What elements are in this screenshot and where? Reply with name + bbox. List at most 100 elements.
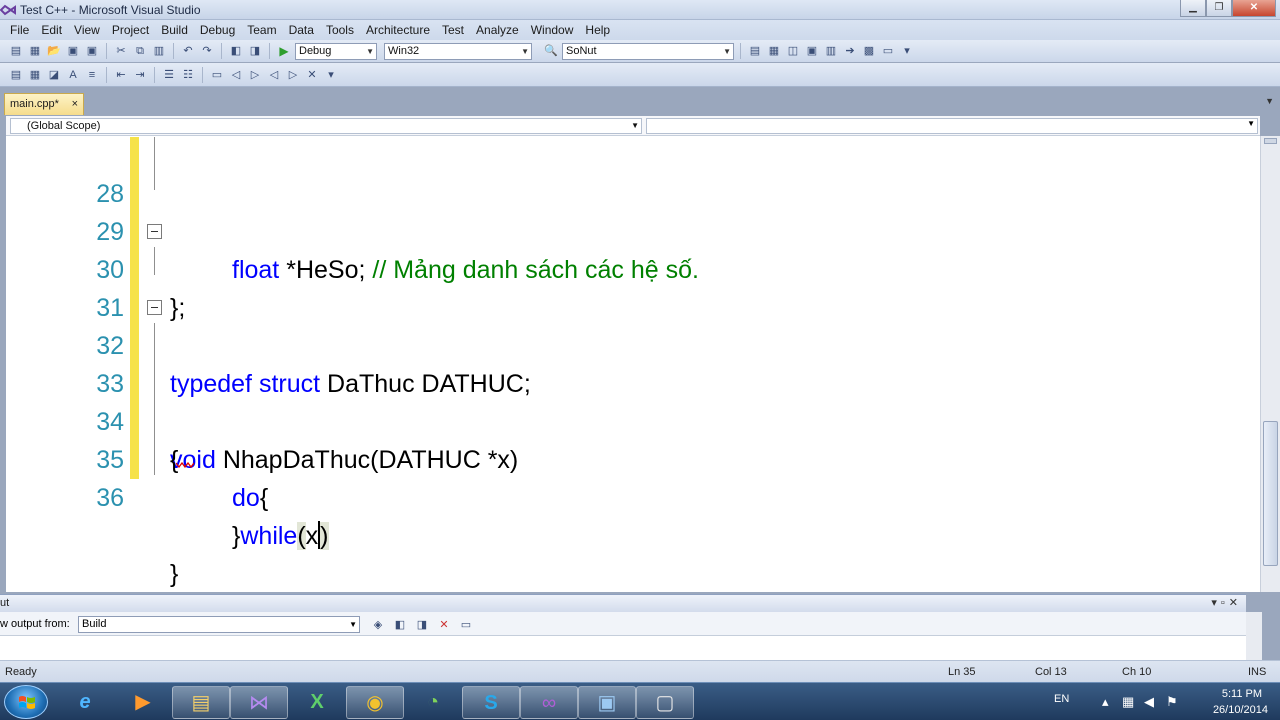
increase-indent-icon[interactable]: ⇥ xyxy=(132,67,148,83)
menu-help[interactable]: Help xyxy=(579,23,616,37)
undo-icon[interactable]: ↶ xyxy=(180,43,196,59)
action-center-icon[interactable]: ⚑ xyxy=(1166,694,1178,710)
start-page-icon[interactable]: ➔ xyxy=(842,43,858,59)
clock-date[interactable]: 26/10/2014 xyxy=(1213,704,1268,716)
code-editor[interactable]: 28 float *HeSo; // Mảng danh sách các hệ… xyxy=(6,137,1260,592)
cut-icon[interactable]: ✂ xyxy=(113,43,129,59)
menu-edit[interactable]: Edit xyxy=(35,23,68,37)
class-view-icon[interactable]: ▥ xyxy=(823,43,839,59)
menu-build[interactable]: Build xyxy=(155,23,194,37)
tab-list-dropdown-icon[interactable]: ▼ xyxy=(1265,96,1274,106)
infinity-app-icon[interactable]: ∞ xyxy=(520,686,578,719)
editor-vertical-scrollbar[interactable] xyxy=(1260,136,1280,592)
menu-data[interactable]: Data xyxy=(283,23,320,37)
open-file-icon[interactable]: 📂 xyxy=(46,43,62,59)
file-explorer-icon[interactable]: ▤ xyxy=(172,686,230,719)
language-indicator[interactable]: EN xyxy=(1054,693,1069,705)
menu-team[interactable]: Team xyxy=(241,23,282,37)
menu-debug[interactable]: Debug xyxy=(194,23,241,37)
parameter-info-icon[interactable]: ▦ xyxy=(27,67,43,83)
remote-desktop-icon[interactable]: ▣ xyxy=(578,686,636,719)
close-tab-icon[interactable]: × xyxy=(72,94,78,114)
menu-tools[interactable]: Tools xyxy=(320,23,360,37)
clear-bookmarks-icon[interactable]: ✕ xyxy=(304,67,320,83)
next-bookmark-icon[interactable]: ▷ xyxy=(247,67,263,83)
uncomment-icon[interactable]: ☷ xyxy=(180,67,196,83)
tab-main-cpp[interactable]: main.cpp* × xyxy=(4,93,84,115)
internet-explorer-icon[interactable]: e xyxy=(56,686,114,719)
complete-word-icon[interactable]: A xyxy=(65,67,81,83)
output-source-select[interactable]: Build ▼ xyxy=(78,616,360,633)
excel-icon[interactable]: X xyxy=(288,686,346,719)
output-window-controls[interactable]: ▾▫✕ xyxy=(1211,596,1242,609)
redo-icon[interactable]: ↷ xyxy=(199,43,215,59)
clear-all-icon[interactable]: ✕ xyxy=(436,617,452,633)
paste-icon[interactable]: ▥ xyxy=(151,43,167,59)
scrollbar-thumb[interactable] xyxy=(1263,421,1278,566)
code-line: 35 }while(x) xyxy=(6,403,1260,550)
menu-view[interactable]: View xyxy=(68,23,106,37)
toolbar-overflow-icon[interactable]: ▾ xyxy=(323,67,339,83)
clock-time[interactable]: 5:11 PM xyxy=(1222,688,1262,700)
splitter-handle[interactable] xyxy=(1264,138,1277,144)
object-browser-icon[interactable]: ◫ xyxy=(785,43,801,59)
collapse-icon[interactable] xyxy=(147,300,162,315)
command-window-icon[interactable]: ▭ xyxy=(880,43,896,59)
menu-architecture[interactable]: Architecture xyxy=(360,23,436,37)
previous-bookmark-folder-icon[interactable]: ◁ xyxy=(266,67,282,83)
minimize-button[interactable]: ▁ xyxy=(1180,0,1206,17)
previous-bookmark-icon[interactable]: ◁ xyxy=(228,67,244,83)
output-text-area[interactable] xyxy=(0,636,1246,660)
toolbox-icon[interactable]: ▣ xyxy=(804,43,820,59)
find-message-icon[interactable]: ◈ xyxy=(370,617,386,633)
toolbar-overflow-icon[interactable]: ▾ xyxy=(899,43,915,59)
go-to-previous-message-icon[interactable]: ◧ xyxy=(392,617,408,633)
add-item-icon[interactable]: ▦ xyxy=(27,43,43,59)
solution-platform-select[interactable]: Win32 ▼ xyxy=(384,42,532,60)
toggle-bookmark-icon[interactable]: ▭ xyxy=(209,67,225,83)
network-icon[interactable]: ▦ xyxy=(1122,694,1134,710)
close-button[interactable]: ✕ xyxy=(1232,0,1276,17)
extension-manager-icon[interactable]: ▩ xyxy=(861,43,877,59)
start-button[interactable] xyxy=(4,685,48,719)
menu-analyze[interactable]: Analyze xyxy=(470,23,525,37)
display-word-icon[interactable]: ≡ xyxy=(84,67,100,83)
save-all-icon[interactable]: ▣ xyxy=(84,43,100,59)
menu-file[interactable]: File xyxy=(4,23,35,37)
window-app-icon[interactable]: ▢ xyxy=(636,686,694,719)
navigate-backward-icon[interactable]: ◧ xyxy=(228,43,244,59)
toggle-word-wrap-icon[interactable]: ▭ xyxy=(458,617,474,633)
menu-window[interactable]: Window xyxy=(525,23,580,37)
copy-icon[interactable]: ⧉ xyxy=(132,43,148,59)
solution-explorer-icon[interactable]: ▤ xyxy=(747,43,763,59)
member-select[interactable]: ▼ xyxy=(646,118,1258,134)
member-list-icon[interactable]: ▤ xyxy=(8,67,24,83)
skype-icon[interactable]: S xyxy=(462,686,520,719)
properties-icon[interactable]: ▦ xyxy=(766,43,782,59)
visual-studio-taskbar-icon[interactable]: ⋈ xyxy=(230,686,288,719)
menu-test[interactable]: Test xyxy=(436,23,470,37)
output-scrollbar[interactable] xyxy=(1246,594,1280,660)
green-app-icon[interactable]: ◔ xyxy=(404,686,462,719)
media-player-icon[interactable]: ▶ xyxy=(114,686,172,719)
solution-config-select[interactable]: Debug ▼ xyxy=(295,42,377,60)
decrease-indent-icon[interactable]: ⇤ xyxy=(113,67,129,83)
find-combo[interactable]: SoNut ▼ xyxy=(562,42,734,60)
volume-icon[interactable]: ◀ xyxy=(1144,694,1154,710)
comment-out-icon[interactable]: ☰ xyxy=(161,67,177,83)
restore-button[interactable]: ❐ xyxy=(1206,0,1232,17)
menu-project[interactable]: Project xyxy=(106,23,155,37)
navigate-forward-icon[interactable]: ◨ xyxy=(247,43,263,59)
scope-select[interactable]: (Global Scope) ▼ xyxy=(10,118,642,134)
show-hidden-icons-icon[interactable]: ▴ xyxy=(1102,694,1109,710)
next-bookmark-folder-icon[interactable]: ▷ xyxy=(285,67,301,83)
collapse-icon[interactable] xyxy=(147,224,162,239)
save-icon[interactable]: ▣ xyxy=(65,43,81,59)
new-project-icon[interactable]: ▤ xyxy=(8,43,24,59)
chrome-icon[interactable]: ◉ xyxy=(346,686,404,719)
quick-info-icon[interactable]: ◪ xyxy=(46,67,62,83)
find-in-files-icon[interactable]: 🔍 xyxy=(543,43,559,59)
go-to-next-message-icon[interactable]: ◨ xyxy=(414,617,430,633)
chevron-down-icon: ▼ xyxy=(631,121,639,130)
start-debugging-icon[interactable]: ▶ xyxy=(276,43,292,59)
